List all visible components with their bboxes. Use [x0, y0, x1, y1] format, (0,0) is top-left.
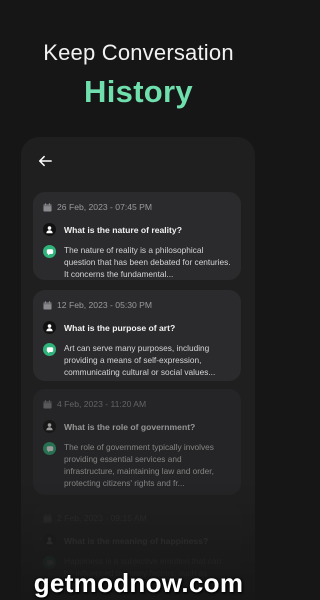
user-icon	[46, 423, 53, 431]
bot-avatar	[43, 442, 56, 455]
history-question: What is the nature of reality?	[64, 224, 182, 235]
history-date: 26 Feb, 2023 - 07:45 PM	[57, 202, 153, 212]
promo-headline-accent: History	[84, 74, 193, 109]
history-question: What is the purpose of art?	[64, 322, 176, 333]
chat-bot-icon	[46, 445, 53, 452]
bot-avatar	[43, 245, 56, 258]
calendar-icon	[43, 513, 52, 523]
chat-bot-icon	[46, 559, 53, 566]
history-date: 12 Feb, 2023 - 05:30 PM	[57, 300, 153, 310]
user-avatar	[43, 223, 56, 236]
chat-bot-icon	[46, 346, 53, 353]
calendar-icon	[43, 399, 52, 409]
history-date: 4 Feb, 2023 - 11:20 AM	[57, 399, 147, 409]
calendar-icon	[43, 300, 52, 310]
history-card[interactable]: 26 Feb, 2023 - 07:45 PM What is the natu…	[33, 192, 241, 280]
phone-screen: 26 Feb, 2023 - 07:45 PM What is the natu…	[21, 137, 255, 600]
bot-avatar	[43, 343, 56, 356]
history-question: What is the role of government?	[64, 421, 196, 432]
history-card[interactable]: 4 Feb, 2023 - 11:20 AM What is the role …	[33, 389, 241, 495]
history-date: 2 Feb, 2023 - 09:15 AM	[57, 513, 147, 523]
user-avatar	[43, 321, 56, 334]
chat-bot-icon	[46, 248, 53, 255]
back-button[interactable]	[35, 151, 55, 171]
user-icon	[46, 324, 53, 332]
watermark: getmodnow.com	[33, 568, 244, 598]
history-answer: The role of government typically involve…	[64, 442, 214, 488]
user-avatar	[43, 420, 56, 433]
arrow-left-icon	[38, 155, 52, 167]
calendar-icon	[43, 202, 52, 212]
user-icon	[46, 226, 53, 234]
history-answer: Art can serve many purposes, including p…	[64, 343, 216, 377]
history-question: What is the meaning of happiness?	[64, 535, 209, 546]
promo-headline: Keep Conversation	[43, 40, 234, 65]
user-avatar	[43, 534, 56, 547]
history-answer: The nature of reality is a philosophical…	[64, 245, 231, 279]
history-card[interactable]: 12 Feb, 2023 - 05:30 PM What is the purp…	[33, 290, 241, 381]
user-icon	[46, 537, 53, 545]
